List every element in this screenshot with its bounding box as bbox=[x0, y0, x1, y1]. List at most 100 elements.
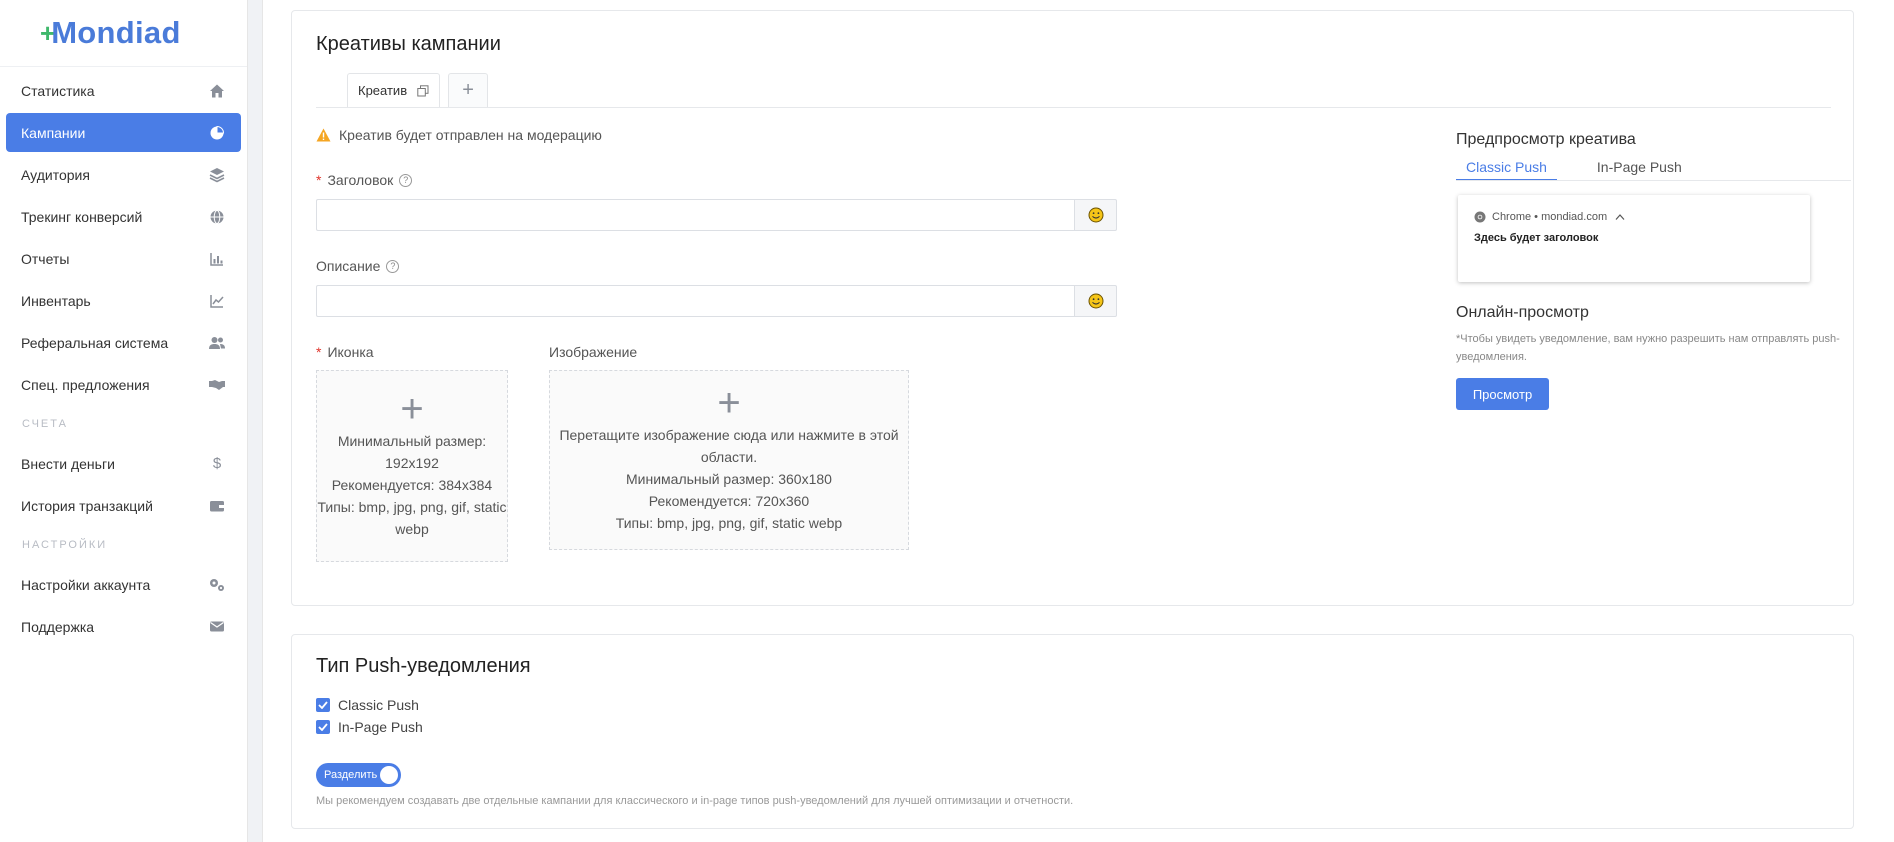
image-label: Изображение bbox=[549, 344, 637, 360]
home-icon bbox=[208, 82, 226, 100]
wallet-icon bbox=[208, 497, 226, 515]
icon-label: * Иконка bbox=[316, 344, 374, 360]
option-label: Classic Push bbox=[338, 697, 419, 713]
sidebar-item-reports[interactable]: Отчеты bbox=[6, 239, 241, 278]
headline-input[interactable] bbox=[316, 199, 1074, 231]
recommendation-note: Мы рекомендуем создавать две отдельные к… bbox=[316, 795, 1074, 807]
notification-header: Chrome • mondiad.com bbox=[1474, 211, 1625, 223]
required-marker: * bbox=[316, 172, 322, 188]
icon-dz-line: 192x192 bbox=[385, 455, 439, 471]
image-label-text: Изображение bbox=[549, 344, 638, 360]
creatives-title: Креативы кампании bbox=[316, 33, 501, 55]
sidebar-item-label: Внести деньги bbox=[21, 455, 115, 472]
creatives-card: Креативы кампании Креатив + Креатив буде… bbox=[291, 10, 1854, 606]
image-dropzone[interactable]: + Перетащите изображение сюда или нажмит… bbox=[549, 370, 909, 550]
tab-classic-push[interactable]: Classic Push bbox=[1456, 159, 1557, 181]
icon-dropzone[interactable]: + Минимальный размер: 192x192 Рекомендуе… bbox=[316, 370, 508, 562]
pie-chart-icon bbox=[208, 124, 226, 142]
sidebar-item-label: Трекинг конверсий bbox=[21, 208, 143, 225]
checkbox-checked-icon[interactable] bbox=[316, 720, 330, 734]
sidebar-item-label: Реферальная система bbox=[21, 334, 169, 351]
sidebar-settings-nav: Настройки аккаунта Поддержка bbox=[0, 565, 247, 646]
globe-icon bbox=[208, 208, 226, 226]
image-dz-line: Минимальный размер: 360x180 bbox=[626, 471, 832, 487]
dollar-icon: $ bbox=[212, 455, 222, 472]
sidebar-item-label: Спец. предложения bbox=[21, 376, 150, 393]
description-input-row bbox=[316, 285, 1117, 317]
sidebar-item-label: Инвентарь bbox=[21, 292, 91, 309]
logo-text: Mondiad bbox=[51, 15, 181, 50]
warning-text: Креатив будет отправлен на модерацию bbox=[339, 127, 602, 143]
logo[interactable]: + Mondiad bbox=[0, 0, 247, 67]
tab-in-page-push[interactable]: In-Page Push bbox=[1587, 159, 1692, 181]
sidebar-item-conversion-tracking[interactable]: Трекинг конверсий bbox=[6, 197, 241, 236]
description-input[interactable] bbox=[316, 285, 1074, 317]
tab-creative[interactable]: Креатив bbox=[347, 73, 441, 107]
plus-icon: + bbox=[717, 381, 741, 425]
handshake-icon bbox=[208, 376, 226, 394]
headline-emoji-button[interactable] bbox=[1074, 199, 1117, 231]
option-label: In-Page Push bbox=[338, 719, 423, 735]
sidebar-item-inventory[interactable]: Инвентарь bbox=[6, 281, 241, 320]
description-label: Описание ? bbox=[316, 258, 400, 274]
sidebar-item-label: Поддержка bbox=[21, 618, 95, 635]
notification-preview: Chrome • mondiad.com Здесь будет заголов… bbox=[1458, 195, 1810, 282]
smiley-icon bbox=[1088, 293, 1103, 309]
sidebar-item-label: Аудитория bbox=[21, 166, 90, 183]
sidebar-item-referral[interactable]: Реферальная система bbox=[6, 323, 241, 362]
add-creative-tab-button[interactable]: + bbox=[448, 73, 489, 107]
description-emoji-button[interactable] bbox=[1074, 285, 1117, 317]
sidebar-item-label: История транзакций bbox=[21, 497, 153, 514]
icon-dz-line: Типы: bmp, jpg, png, gif, static bbox=[317, 499, 507, 515]
sidebar-item-deposit[interactable]: Внести деньги $ bbox=[6, 444, 241, 483]
option-classic-push[interactable]: Classic Push bbox=[316, 697, 419, 713]
plus-icon: + bbox=[400, 387, 424, 431]
bar-chart-icon bbox=[208, 250, 226, 268]
sidebar-item-audience[interactable]: Аудитория bbox=[6, 155, 241, 194]
preview-title: Предпросмотр креатива bbox=[1456, 131, 1636, 148]
help-icon[interactable]: ? bbox=[386, 259, 400, 273]
chrome-icon bbox=[1474, 211, 1486, 223]
sidebar-item-special-offers[interactable]: Спец. предложения bbox=[6, 365, 241, 404]
moderation-warning: Креатив будет отправлен на модерацию bbox=[316, 127, 602, 143]
option-in-page-push[interactable]: In-Page Push bbox=[316, 719, 423, 735]
sidebar-item-account-settings[interactable]: Настройки аккаунта bbox=[6, 565, 241, 604]
preview-tabs: Classic Push In-Page Push bbox=[1456, 159, 1894, 181]
envelope-icon bbox=[208, 618, 226, 636]
smiley-icon bbox=[1088, 207, 1103, 223]
sidebar-item-label: Статистика bbox=[21, 82, 95, 99]
users-icon bbox=[208, 334, 226, 352]
sidebar-item-label: Отчеты bbox=[21, 250, 70, 267]
sidebar-item-statistics[interactable]: Статистика bbox=[6, 71, 241, 110]
headline-label-text: Заголовок bbox=[327, 172, 394, 188]
sidebar-item-label: Настройки аккаунта bbox=[21, 576, 151, 593]
description-label-text: Описание bbox=[316, 258, 381, 274]
image-dz-line: Рекомендуется: 720x360 bbox=[648, 493, 810, 509]
help-icon[interactable]: ? bbox=[399, 173, 413, 187]
sidebar-accounts-nav: Внести деньги $ История транзакций bbox=[0, 444, 247, 525]
sidebar-item-support[interactable]: Поддержка bbox=[6, 607, 241, 646]
checkbox-checked-icon[interactable] bbox=[316, 698, 330, 712]
headline-input-row bbox=[316, 199, 1117, 231]
main-content: Креативы кампании Креатив + Креатив буде… bbox=[262, 0, 1894, 842]
section-settings: НАСТРОЙКИ bbox=[22, 539, 108, 551]
copy-icon[interactable] bbox=[417, 84, 429, 97]
online-preview-note: *Чтобы увидеть уведомление, вам нужно ра… bbox=[1456, 333, 1840, 363]
toggle-label: Разделить bbox=[324, 769, 378, 781]
image-dz-line: Перетащите изображение сюда или нажмите … bbox=[559, 427, 899, 443]
sidebar-nav: Статистика Кампании Аудитория Трекинг ко… bbox=[0, 71, 247, 404]
layers-icon bbox=[208, 166, 226, 184]
chevron-up-icon[interactable] bbox=[1615, 213, 1625, 221]
tabs-divider bbox=[316, 107, 1831, 108]
headline-label: * Заголовок ? bbox=[316, 172, 413, 188]
preview-button[interactable]: Просмотр bbox=[1456, 378, 1549, 410]
icon-dz-line: Рекомендуется: 384x384 bbox=[331, 477, 493, 493]
sidebar-item-transactions[interactable]: История транзакций bbox=[6, 486, 241, 525]
layout-gutter bbox=[248, 0, 262, 842]
sidebar-item-campaigns[interactable]: Кампании bbox=[6, 113, 241, 152]
split-toggle[interactable]: Разделить bbox=[316, 763, 401, 787]
preview-tabs-divider bbox=[1456, 180, 1851, 181]
warning-icon bbox=[316, 128, 331, 142]
push-type-title: Тип Push-уведомления bbox=[316, 655, 531, 677]
notification-title: Здесь будет заголовок bbox=[1474, 232, 1599, 244]
